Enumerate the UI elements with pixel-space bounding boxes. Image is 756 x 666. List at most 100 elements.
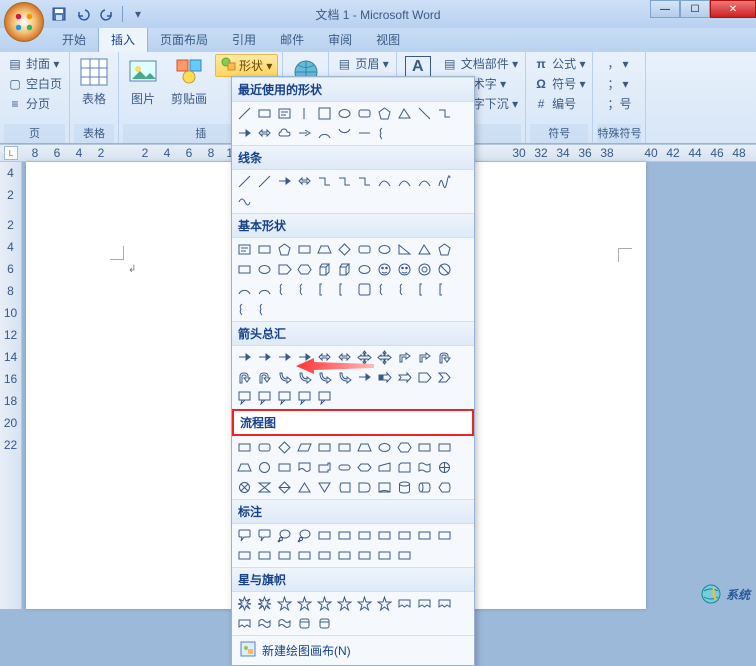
shape-textbox[interactable]	[236, 241, 253, 258]
shape-rect[interactable]	[316, 547, 333, 564]
shape-rrect[interactable]	[356, 241, 373, 258]
shape-uturn[interactable]	[256, 369, 273, 386]
shape-merge[interactable]	[316, 479, 333, 496]
shape-scroll[interactable]	[296, 615, 313, 632]
shape-cloud[interactable]	[276, 125, 293, 142]
shape-thought[interactable]	[296, 527, 313, 544]
shape-rect[interactable]	[236, 261, 253, 278]
shape-oval[interactable]	[256, 261, 273, 278]
redo-icon[interactable]	[98, 5, 116, 23]
shape-rect[interactable]	[416, 527, 433, 544]
shape-curved[interactable]	[276, 369, 293, 386]
shape-poly[interactable]	[436, 241, 453, 258]
undo-icon[interactable]	[74, 5, 92, 23]
shape-rect2[interactable]	[316, 105, 333, 122]
shape-brack[interactable]	[416, 281, 433, 298]
shape-rect[interactable]	[376, 527, 393, 544]
shape-rect[interactable]	[396, 547, 413, 564]
shape-tri[interactable]	[396, 105, 413, 122]
tab-home[interactable]: 开始	[50, 27, 98, 52]
shape-or[interactable]	[236, 479, 253, 496]
shape-rect[interactable]	[296, 547, 313, 564]
header-button[interactable]: ▤页眉 ▾	[333, 54, 391, 73]
shape-rect[interactable]	[256, 105, 273, 122]
shape-ribbon[interactable]	[416, 595, 433, 612]
shape-display[interactable]	[436, 479, 453, 496]
shape-direct[interactable]	[416, 479, 433, 496]
shape-rect[interactable]	[256, 241, 273, 258]
shape-arrow[interactable]	[276, 349, 293, 366]
close-button[interactable]: ✕	[710, 0, 756, 18]
shape-brace[interactable]	[376, 125, 393, 142]
shape-speech[interactable]	[256, 527, 273, 544]
shape-tri2[interactable]	[396, 241, 413, 258]
shape-brace[interactable]	[396, 281, 413, 298]
shape-star[interactable]	[316, 595, 333, 612]
shape-rect[interactable]	[316, 439, 333, 456]
shape-conn[interactable]	[436, 105, 453, 122]
shape-rect[interactable]	[436, 439, 453, 456]
tab-mailings[interactable]: 邮件	[268, 27, 316, 52]
maximize-button[interactable]: ☐	[680, 0, 710, 18]
tab-page-layout[interactable]: 页面布局	[148, 27, 220, 52]
tab-selector-icon[interactable]: L	[4, 146, 18, 160]
shape-rect[interactable]	[336, 439, 353, 456]
shape-star[interactable]	[296, 595, 313, 612]
shape-diamond[interactable]	[276, 439, 293, 456]
tab-view[interactable]: 视图	[364, 27, 412, 52]
office-button[interactable]	[4, 2, 44, 42]
shape-multidoc[interactable]	[316, 459, 333, 476]
shape-sort[interactable]	[276, 479, 293, 496]
shape-brace[interactable]	[296, 281, 313, 298]
shape-bent[interactable]	[396, 349, 413, 366]
shape-wave[interactable]	[276, 615, 293, 632]
shape-brack[interactable]	[436, 281, 453, 298]
shape-rrect[interactable]	[356, 105, 373, 122]
shape-speech[interactable]	[236, 527, 253, 544]
shape-notched[interactable]	[396, 369, 413, 386]
tab-references[interactable]: 引用	[220, 27, 268, 52]
shape-rect[interactable]	[316, 527, 333, 544]
shape-tape[interactable]	[416, 459, 433, 476]
shape-card[interactable]	[396, 459, 413, 476]
shape-circle[interactable]	[256, 459, 273, 476]
shape-brace[interactable]	[276, 281, 293, 298]
shape-rect[interactable]	[356, 547, 373, 564]
table-button[interactable]: 表格	[74, 54, 114, 109]
shape-rect[interactable]	[436, 527, 453, 544]
shape-brace[interactable]	[256, 301, 273, 318]
shape-thought[interactable]	[276, 527, 293, 544]
shape-stored[interactable]	[336, 479, 353, 496]
shape-diamond[interactable]	[336, 241, 353, 258]
vertical-ruler[interactable]: 42246810121416182022	[0, 162, 22, 609]
minimize-button[interactable]: —	[650, 0, 680, 18]
shape-doc[interactable]	[296, 459, 313, 476]
shape-line[interactable]	[256, 173, 273, 190]
shape-arrow[interactable]	[236, 125, 253, 142]
shape-bent[interactable]	[416, 349, 433, 366]
shape-curve[interactable]	[416, 173, 433, 190]
shape-line[interactable]	[236, 173, 253, 190]
shape-striped[interactable]	[376, 369, 393, 386]
shape-arrow[interactable]	[276, 173, 293, 190]
shape-rect[interactable]	[276, 547, 293, 564]
tab-review[interactable]: 审阅	[316, 27, 364, 52]
shape-collate[interactable]	[256, 479, 273, 496]
shape-quad[interactable]	[376, 349, 393, 366]
shape-line[interactable]	[236, 105, 253, 122]
shape-rect[interactable]	[236, 547, 253, 564]
shape-conn[interactable]	[316, 173, 333, 190]
shape-hex[interactable]	[296, 261, 313, 278]
shape-callout[interactable]	[256, 389, 273, 406]
shape-curve[interactable]	[396, 173, 413, 190]
shape-oval[interactable]	[376, 439, 393, 456]
shape-input[interactable]	[376, 459, 393, 476]
new-drawing-canvas[interactable]: 新建绘图画布(N)	[232, 635, 474, 665]
shape-burst[interactable]	[236, 595, 253, 612]
number-button[interactable]: #编号	[530, 94, 588, 113]
shape-uturn[interactable]	[236, 369, 253, 386]
shape-term[interactable]	[336, 459, 353, 476]
shape-noentry[interactable]	[436, 261, 453, 278]
shape-chevron[interactable]	[436, 369, 453, 386]
shape-penta[interactable]	[276, 261, 293, 278]
